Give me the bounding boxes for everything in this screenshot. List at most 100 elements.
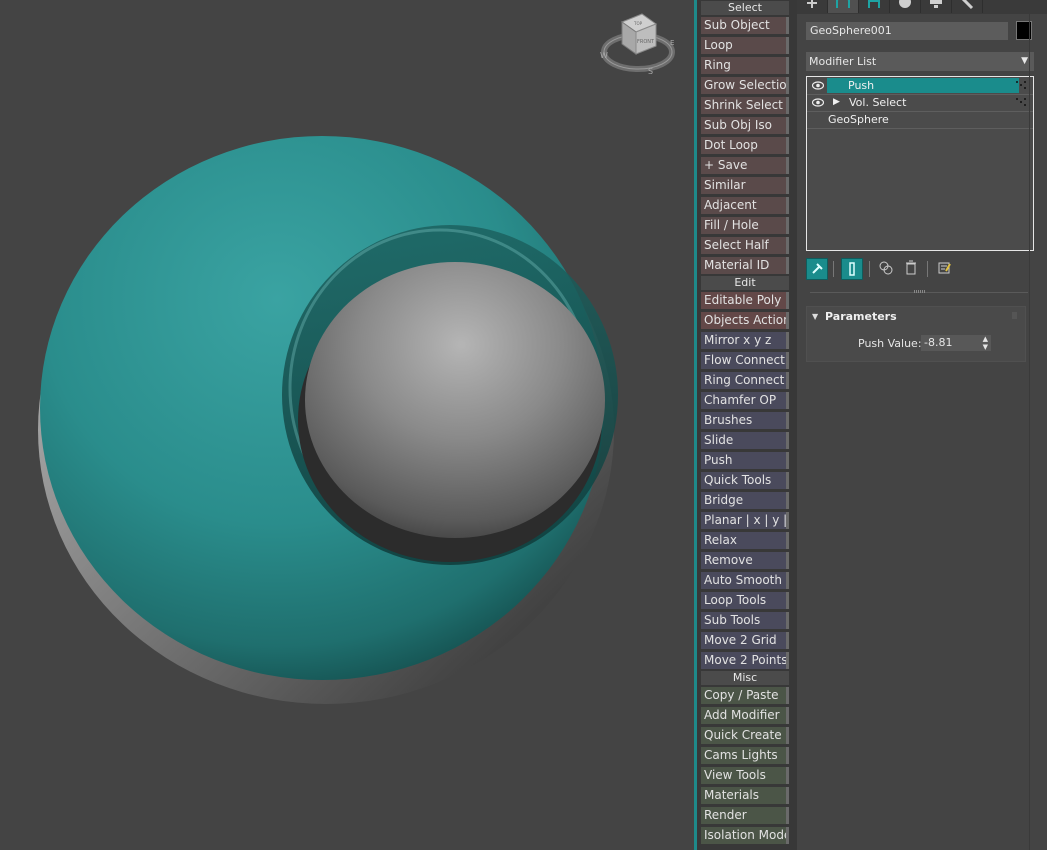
spinner-arrows-icon[interactable]: ▲ ▼ xyxy=(983,335,988,351)
tool-button-misc[interactable]: Copy / Paste xyxy=(701,687,789,704)
tool-button-edit[interactable]: Mirror x y z xyxy=(701,332,789,349)
hierarchy-tab[interactable] xyxy=(859,0,890,13)
compass-south: S xyxy=(648,67,653,76)
make-unique-button[interactable] xyxy=(876,258,898,280)
parameters-title[interactable]: Parameters xyxy=(825,310,897,323)
tool-button-edit[interactable]: Auto Smooth xyxy=(701,572,789,589)
tool-button-select[interactable]: Fill / Hole xyxy=(701,217,789,234)
utilities-tab[interactable] xyxy=(952,0,983,13)
stack-item-geosphere[interactable]: GeoSphere xyxy=(807,111,1033,129)
tool-button-edit[interactable]: Objects Actions xyxy=(701,312,789,329)
tool-button-select[interactable]: Similar xyxy=(701,177,789,194)
eye-icon[interactable] xyxy=(812,81,824,90)
tool-button-edit[interactable]: Chamfer OP xyxy=(701,392,789,409)
tool-button-select[interactable]: Dot Loop xyxy=(701,137,789,154)
tool-button-edit[interactable]: Remove xyxy=(701,552,789,569)
tool-button-select[interactable]: Adjacent xyxy=(701,197,789,214)
tool-button-edit[interactable]: Planar | x | y | z xyxy=(701,512,789,529)
tool-button-edit[interactable]: Slide xyxy=(701,432,789,449)
modify-icon xyxy=(836,0,850,8)
show-end-result-button[interactable] xyxy=(841,258,863,280)
tool-button-select[interactable]: Sub Object xyxy=(701,17,789,34)
gray-sphere[interactable] xyxy=(305,262,605,538)
compass-west: W xyxy=(600,51,608,60)
tool-button-edit[interactable]: Sub Tools xyxy=(701,612,789,629)
modifier-dots-icon xyxy=(1016,81,1026,89)
configure-modifier-sets-button[interactable] xyxy=(934,258,956,280)
tool-button-edit[interactable]: Loop Tools xyxy=(701,592,789,609)
tool-button-edit[interactable]: Brushes xyxy=(701,412,789,429)
tool-button-misc[interactable]: Materials xyxy=(701,787,789,804)
motion-icon xyxy=(899,0,911,8)
tool-button-edit[interactable]: Editable Poly xyxy=(701,292,789,309)
tool-button-misc[interactable]: Render xyxy=(701,807,789,824)
stack-item-label: Vol. Select xyxy=(849,96,907,109)
tool-button-misc[interactable]: Quick Create xyxy=(701,727,789,744)
modify-tab[interactable] xyxy=(828,0,859,13)
tool-button-edit[interactable]: Ring Connect xyxy=(701,372,789,389)
pin-stack-button[interactable] xyxy=(806,258,828,280)
viewport-scene[interactable]: TOP FRONT W E S xyxy=(0,0,694,850)
viewcube-front-label: FRONT xyxy=(637,39,655,45)
remove-modifier-button[interactable] xyxy=(901,258,923,280)
modifier-dots-icon xyxy=(1016,98,1026,106)
pin-icon xyxy=(812,263,823,274)
end-result-icon xyxy=(849,262,855,276)
push-value-text: -8.81 xyxy=(924,336,953,349)
tool-button-edit[interactable]: Quick Tools xyxy=(701,472,789,489)
display-tab[interactable] xyxy=(921,0,952,13)
trash-icon xyxy=(906,260,916,275)
push-value-label: Push Value: xyxy=(858,337,922,350)
create-tab[interactable] xyxy=(797,0,828,13)
viewcube-top-label: TOP xyxy=(633,21,643,26)
motion-tab[interactable] xyxy=(890,0,921,13)
tool-button-edit[interactable]: Move 2 Grid xyxy=(701,632,789,649)
tool-button-select[interactable]: Select Half xyxy=(701,237,789,254)
chevron-down-icon: ▼ xyxy=(1021,56,1028,66)
stack-item-push[interactable]: Push xyxy=(807,77,1033,95)
misc-section-header: Misc xyxy=(701,671,789,685)
command-panel-tabs xyxy=(797,0,1047,14)
tool-button-select[interactable]: + Save xyxy=(701,157,789,174)
tool-button-misc[interactable]: Cams Lights xyxy=(701,747,789,764)
tool-button-misc[interactable]: Isolation Mode xyxy=(701,827,789,844)
modifier-stack[interactable]: Push ▶ Vol. Select GeoSphere xyxy=(806,76,1034,251)
viewport[interactable]: TOP FRONT W E S xyxy=(0,0,694,850)
eye-icon[interactable] xyxy=(812,98,824,107)
command-panel: GeoSphere001 Modifier List ▼ Push ▶ Vol.… xyxy=(797,0,1047,850)
tool-button-select[interactable]: Loop xyxy=(701,37,789,54)
select-section-header: Select xyxy=(701,1,789,15)
tool-button-edit[interactable]: Move 2 Points xyxy=(701,652,789,669)
configure-icon xyxy=(938,262,951,274)
modifier-list-dropdown[interactable]: Modifier List ▼ xyxy=(806,52,1034,71)
collapse-triangle-icon[interactable]: ▼ xyxy=(812,312,818,321)
tool-button-select[interactable]: Shrink Select xyxy=(701,97,789,114)
tool-button-edit[interactable]: Bridge xyxy=(701,492,789,509)
tool-button-misc[interactable]: View Tools xyxy=(701,767,789,784)
push-value-spinner[interactable]: -8.81 ▲ ▼ xyxy=(921,335,991,351)
object-name-field[interactable]: GeoSphere001 xyxy=(806,22,1008,40)
tool-button-select[interactable]: Ring xyxy=(701,57,789,74)
parameters-rollout: ▼ Parameters Push Value: -8.81 ▲ ▼ xyxy=(806,306,1026,362)
tool-button-select[interactable]: Material ID xyxy=(701,257,789,274)
command-panel-scrollbar[interactable] xyxy=(1029,0,1030,850)
edit-section-header: Edit xyxy=(701,276,789,290)
tool-button-select[interactable]: Sub Obj Iso xyxy=(701,117,789,134)
rollout-grip-icon[interactable] xyxy=(1012,312,1017,319)
stack-item-label: Push xyxy=(848,79,875,92)
make-unique-icon xyxy=(879,261,893,275)
panel-splitter[interactable] xyxy=(810,290,1028,293)
tool-button-edit[interactable]: Relax xyxy=(701,532,789,549)
tool-button-edit[interactable]: Push xyxy=(701,452,789,469)
stack-item-vol-select[interactable]: ▶ Vol. Select xyxy=(807,94,1033,112)
tool-button-edit[interactable]: Flow Connect xyxy=(701,352,789,369)
tool-button-misc[interactable]: Add Modifier xyxy=(701,707,789,724)
modifier-list-label: Modifier List xyxy=(809,55,877,68)
viewcube[interactable]: TOP FRONT W E S xyxy=(600,13,675,76)
expand-triangle-icon[interactable]: ▶ xyxy=(833,94,840,111)
tool-button-select[interactable]: Grow Selection xyxy=(701,77,789,94)
utilities-icon xyxy=(961,0,974,10)
display-icon xyxy=(930,0,942,8)
stack-item-label: GeoSphere xyxy=(828,113,889,126)
tools-panel: Select Edit Misc Sub Object Loop Ring Grow … xyxy=(697,0,797,850)
